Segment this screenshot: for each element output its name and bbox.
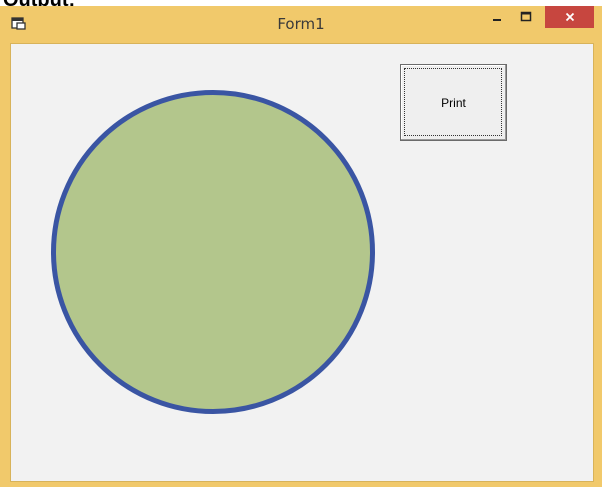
- print-button[interactable]: Print: [400, 64, 507, 141]
- form-client-area: Print: [10, 43, 594, 482]
- drawn-circle: [51, 90, 375, 414]
- form-window: Form1 Print: [0, 6, 602, 487]
- minimize-button[interactable]: [483, 6, 511, 28]
- title-bar[interactable]: Form1: [0, 6, 602, 42]
- close-button[interactable]: [545, 6, 594, 28]
- close-icon: [565, 12, 574, 22]
- print-button-label: Print: [441, 96, 466, 110]
- minimize-icon: [493, 19, 501, 21]
- maximize-button[interactable]: [512, 6, 540, 28]
- maximize-icon: [520, 11, 532, 22]
